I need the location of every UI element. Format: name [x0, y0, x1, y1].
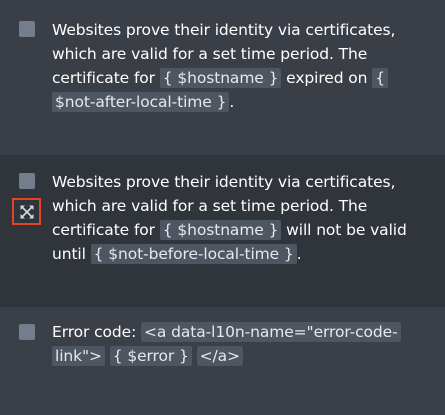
source-string-1: Websites prove their identity via certif… — [52, 18, 427, 114]
placeholder-error: { $error } — [109, 346, 192, 366]
source-text: . — [229, 93, 235, 111]
placeholder-not-before-local-time: { $not-before-local-time } — [90, 244, 297, 264]
placeholder-hostname: { $hostname } — [159, 68, 282, 88]
select-checkbox-2[interactable] — [19, 173, 35, 189]
select-checkbox-1[interactable] — [19, 21, 35, 37]
expand-arrows-icon — [20, 205, 33, 218]
source-text: . — [296, 245, 302, 263]
placeholder-hostname: { $hostname } — [159, 220, 282, 240]
source-string-2: Websites prove their identity via certif… — [52, 170, 427, 266]
string-row-3: Error code: <a data-l10n-name="error-cod… — [0, 307, 445, 415]
source-string-3: Error code: <a data-l10n-name="error-cod… — [52, 320, 427, 368]
expand-button[interactable] — [12, 198, 41, 225]
source-text: expired on — [281, 69, 373, 87]
source-text: Error code: — [52, 323, 142, 341]
string-row-2: Websites prove their identity via certif… — [0, 155, 445, 307]
select-checkbox-3[interactable] — [19, 324, 35, 340]
placeholder-link-close-tag: </a> — [196, 346, 243, 366]
string-row-1: Websites prove their identity via certif… — [0, 0, 445, 155]
